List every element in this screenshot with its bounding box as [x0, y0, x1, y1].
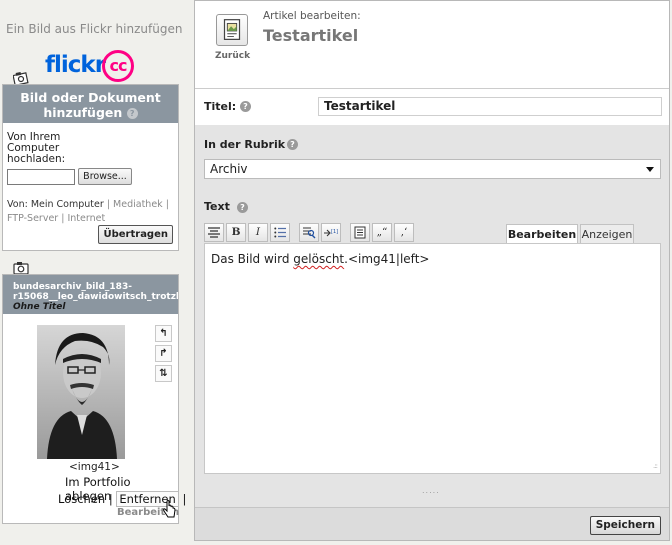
source-ftp-link[interactable]: FTP-Server [7, 213, 58, 224]
document-back-icon[interactable] [216, 14, 248, 46]
flip-icon[interactable]: ⇅ [155, 365, 172, 382]
file-upload-label: Von Ihrem Computer hochladen: [7, 131, 66, 165]
drag-handle[interactable]: ..... [422, 486, 440, 495]
separator: | [61, 213, 65, 224]
chevron-down-icon [646, 167, 654, 172]
transfer-button[interactable]: Übertragen [98, 225, 173, 244]
source-mediathek-link[interactable]: Mediathek [113, 199, 163, 210]
separator: | [165, 199, 169, 210]
separator: | [108, 492, 113, 506]
source-my-computer[interactable]: Mein Computer [31, 199, 104, 210]
single-quote-button[interactable]: ‚‘ [394, 222, 414, 242]
title-field-row: Titel: ? Testartikel [195, 89, 669, 125]
page-title: Testartikel [263, 26, 359, 45]
title-input[interactable]: Testartikel [318, 97, 662, 116]
article-header: Zurück Artikel bearbeiten: Testartikel [195, 1, 669, 89]
bold-button[interactable]: B [226, 222, 246, 242]
text-label: Text [204, 200, 230, 213]
editor-toolbar: B I [1] „“ ‚‘ [204, 222, 416, 242]
tab-bearbeiten[interactable]: Bearbeiten [506, 224, 578, 244]
tab-anzeigen[interactable]: Anzeigen [580, 224, 634, 244]
image-tag: <img41> [69, 461, 120, 473]
flickr-add-link[interactable]: Ein Bild aus Flickr hinzufügen [6, 22, 182, 36]
image-panel-header: bundesarchiv_bild_183- r15068__leo_dawid… [3, 275, 178, 314]
rubrik-select[interactable]: Archiv [204, 159, 661, 179]
rubrik-field-row: In der Rubrik ? Archiv [195, 125, 669, 187]
footer-bar: Speichern [195, 507, 669, 540]
rubrik-label: In der Rubrik [204, 138, 286, 151]
portrait-thumbnail[interactable] [37, 325, 125, 459]
editor-text-start: Das Bild wird [211, 252, 294, 266]
list-icon[interactable] [270, 222, 290, 242]
svg-text:[1]: [1] [331, 229, 338, 235]
flickr-logo-word: flickr [45, 52, 106, 78]
double-quote-button[interactable]: „“ [372, 222, 392, 242]
code-icon[interactable] [350, 222, 370, 242]
article-text-editor[interactable]: Das Bild wird gelöscht.<img41|left> .:: [204, 243, 661, 474]
align-icon[interactable] [204, 222, 224, 242]
abbreviation-icon[interactable] [299, 222, 319, 242]
italic-button[interactable]: I [248, 222, 268, 242]
creative-commons-badge: cc [102, 50, 134, 82]
resize-grip-icon[interactable]: .:: [653, 462, 658, 470]
rotate-right-icon[interactable]: ↱ [155, 345, 172, 362]
help-icon[interactable]: ? [237, 202, 248, 213]
help-icon[interactable]: ? [240, 101, 251, 112]
help-icon[interactable]: ? [287, 139, 298, 150]
footnote-icon[interactable]: [1] [321, 222, 341, 242]
rotate-left-icon[interactable]: ↰ [155, 325, 172, 342]
source-prefix: Von: [7, 199, 28, 210]
editor-misspelled-word: gelöscht [293, 252, 345, 266]
help-icon[interactable]: ? [126, 108, 138, 119]
browse-button[interactable]: Browse... [78, 168, 132, 185]
separator: | [106, 199, 111, 210]
hand-cursor-icon [163, 500, 176, 518]
upload-panel-header: Bild oder Dokument hinzufügen ? [3, 85, 178, 123]
save-button[interactable]: Speichern [589, 516, 661, 535]
title-label: Titel: [204, 100, 237, 113]
image-panel: bundesarchiv_bild_183- r15068__leo_dawid… [2, 274, 186, 524]
rubrik-selected-value: Archiv [210, 162, 248, 176]
image-filename-line2: r15068__leo_dawidowitsch_trotzki.j [13, 292, 178, 302]
back-label[interactable]: Zurück [215, 51, 250, 61]
file-path-input[interactable] [7, 168, 75, 185]
flickr-logo[interactable]: flickr cc [45, 50, 137, 82]
editor-text-end: .<img41|left> [344, 252, 430, 266]
edit-caption: Artikel bearbeiten: [263, 10, 361, 22]
source-internet-link[interactable]: Internet [67, 213, 105, 224]
image-filename-line1: bundesarchiv_bild_183- [13, 282, 132, 292]
image-subtitle: Ohne Titel [13, 302, 66, 312]
delete-link[interactable]: Löschen [58, 492, 105, 506]
source-selector: Von: Mein Computer | Mediathek | FTP-Ser… [7, 198, 178, 226]
upload-heading: Bild oder Dokument hinzufügen [20, 90, 161, 120]
article-editor-panel: Zurück Artikel bearbeiten: Testartikel T… [194, 0, 670, 541]
separator: | [182, 492, 187, 506]
upload-panel: Bild oder Dokument hinzufügen ? Von Ihre… [2, 84, 179, 251]
text-field-row: Text ? B I [1] „“ ‚‘ Bearbeiten Anzeigen… [195, 187, 669, 507]
